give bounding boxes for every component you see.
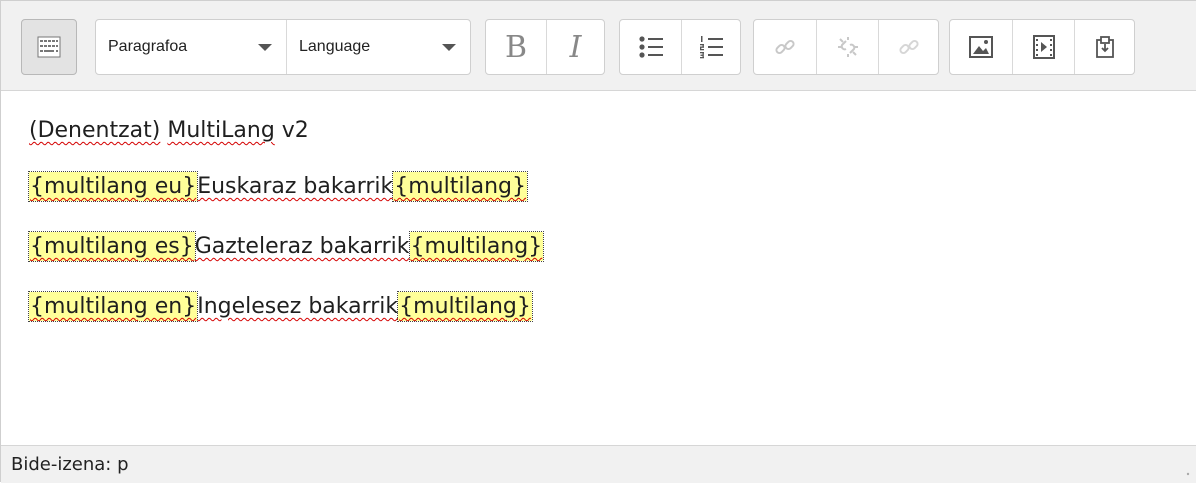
multilang-open-tag: {multilang es}	[28, 231, 196, 262]
link-icon	[773, 35, 797, 59]
language-select[interactable]: Language	[286, 20, 470, 74]
editor-content-area[interactable]: (Denentzat) MultiLang v2 {multilang eu}E…	[1, 91, 1196, 445]
toolbar-toggle-button[interactable]	[21, 19, 77, 75]
paragraph-format-value: Paragrafoa	[108, 38, 188, 55]
multilang-text: Gazteleraz bakarrik	[194, 234, 410, 259]
italic-label: I	[569, 29, 582, 65]
editor-status-bar: Bide-izena: p	[1, 445, 1196, 483]
ordered-list-icon	[698, 35, 724, 59]
language-select-value: Language	[299, 38, 371, 55]
file-manager-icon	[1094, 35, 1116, 59]
multilang-close-tag: {multilang}	[392, 171, 528, 202]
content-heading-line: (Denentzat) MultiLang v2	[29, 111, 309, 151]
multilang-close-tag: {multilang}	[397, 291, 533, 322]
heading-word: MultiLang	[167, 118, 275, 143]
anchor-link-icon	[897, 35, 921, 59]
multilang-line: {multilang eu}Euskaraz bakarrik{multilan…	[27, 167, 528, 207]
toolbar-toggle-icon	[37, 36, 61, 58]
unlink-icon	[836, 35, 860, 59]
unordered-list-icon	[638, 35, 664, 59]
text-editor: Paragrafoa Language B I (Denentzat) Mult…	[0, 0, 1196, 483]
multilang-line: {multilang en}Ingelesez bakarrik{multila…	[27, 287, 533, 327]
link-button[interactable]	[754, 20, 816, 74]
multilang-close-tag: {multilang}	[408, 231, 545, 262]
media-group	[949, 19, 1135, 75]
editor-toolbar: Paragrafoa Language B I	[1, 1, 1196, 91]
heading-word: (Denentzat)	[29, 118, 161, 143]
anchor-link-button[interactable]	[878, 20, 938, 74]
multilang-open-tag: {multilang en}	[27, 291, 199, 322]
multilang-text: Euskaraz bakarrik	[197, 174, 394, 199]
element-path: Bide-izena: p	[11, 454, 129, 475]
image-icon	[969, 36, 993, 58]
bold-button[interactable]: B	[486, 20, 546, 74]
media-icon	[1032, 35, 1055, 59]
chevron-down-icon	[442, 44, 456, 51]
multilang-text: Ingelesez bakarrik	[197, 294, 399, 319]
ordered-list-button[interactable]	[681, 20, 740, 74]
unlink-button[interactable]	[816, 20, 878, 74]
heading-word: v2	[281, 118, 309, 143]
unordered-list-button[interactable]	[620, 20, 681, 74]
resize-handle-icon[interactable]	[1185, 471, 1191, 477]
insert-image-button[interactable]	[950, 20, 1012, 74]
list-group	[619, 19, 741, 75]
chevron-down-icon	[258, 44, 272, 51]
insert-media-button[interactable]	[1012, 20, 1074, 74]
link-group	[753, 19, 939, 75]
file-manager-button[interactable]	[1074, 20, 1134, 74]
paragraph-format-select[interactable]: Paragrafoa	[96, 20, 286, 74]
text-style-group: B I	[485, 19, 605, 75]
multilang-line: {multilang es}Gazteleraz bakarrik{multil…	[28, 227, 545, 267]
multilang-open-tag: {multilang eu}	[27, 171, 199, 202]
italic-button[interactable]: I	[546, 20, 604, 74]
format-select-group: Paragrafoa Language	[95, 19, 471, 75]
bold-label: B	[504, 29, 528, 65]
